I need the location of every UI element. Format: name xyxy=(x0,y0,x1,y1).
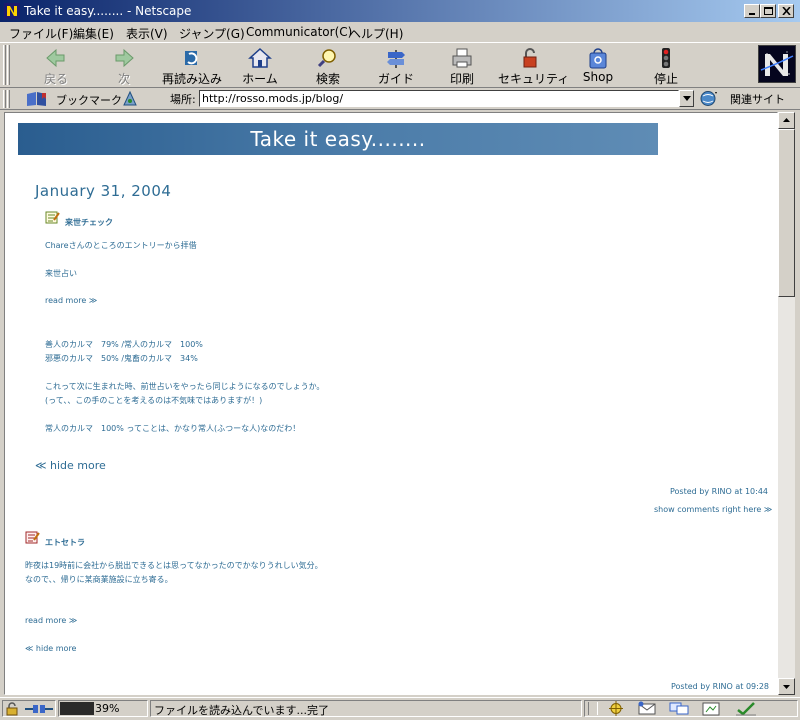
post-line: 来世占い xyxy=(45,269,77,278)
security-lock-icon[interactable] xyxy=(5,702,21,716)
netscape-app-icon xyxy=(4,3,20,19)
post-line: これって次に生まれた時、前世占いをやったら同じようになるのでしょうか。 xyxy=(45,382,325,391)
menu-bar: ファイル(F) 編集(E) 表示(V) ジャンプ(G) Communicator… xyxy=(0,22,800,42)
toolbar-grip-2 xyxy=(7,45,10,85)
status-message: ファイルを読み込んでいます...完了 xyxy=(154,704,329,717)
show-comments-link[interactable]: show comments right here ≫ xyxy=(654,505,772,514)
vertical-scrollbar[interactable] xyxy=(778,112,795,695)
composer-icon[interactable] xyxy=(701,701,721,716)
window-title: Take it easy........ - Netscape xyxy=(24,4,192,18)
scroll-down-button[interactable] xyxy=(778,678,795,695)
post-notepad-icon xyxy=(45,211,60,224)
page-proxy-icon[interactable] xyxy=(122,90,138,107)
location-grip-2 xyxy=(7,90,10,108)
online-plug-icon xyxy=(25,705,53,713)
arrow-down-icon xyxy=(783,685,790,689)
menu-edit[interactable]: 編集(E) xyxy=(73,25,114,42)
location-grip[interactable] xyxy=(3,90,6,108)
progress-fill xyxy=(60,702,94,715)
component-bar-grip[interactable] xyxy=(588,702,598,715)
stop-button[interactable]: 停止 xyxy=(634,45,698,87)
menu-view[interactable]: 表示(V) xyxy=(126,25,168,42)
mail-icon[interactable] xyxy=(637,701,657,716)
shop-bag-icon xyxy=(589,48,607,69)
post-title[interactable]: エトセトラ xyxy=(45,537,85,548)
menu-communicator[interactable]: Communicator(C) xyxy=(246,25,352,39)
bookmarks-button[interactable]: ブックマーク xyxy=(24,90,122,108)
reload-button[interactable]: 再読み込み xyxy=(160,45,224,87)
home-button[interactable]: ホーム xyxy=(228,45,292,87)
status-message-panel: ファイルを読み込んでいます...完了 xyxy=(150,700,582,717)
netscape-logo[interactable] xyxy=(758,45,796,83)
print-button[interactable]: 印刷 xyxy=(430,45,494,87)
search-icon xyxy=(317,49,336,68)
hide-more-link[interactable]: ≪ hide more xyxy=(25,644,76,653)
post-line: 邪悪のカルマ 50% /鬼畜のカルマ 34% xyxy=(45,354,198,363)
menu-file[interactable]: ファイル(F) xyxy=(9,25,73,42)
related-sites-label: 関連サイト xyxy=(730,93,785,106)
url-input[interactable]: http://rosso.mods.jp/blog/ xyxy=(199,90,679,107)
read-more-link[interactable]: read more ≫ xyxy=(25,616,77,625)
window-title-bar[interactable]: Take it easy........ - Netscape xyxy=(0,0,800,22)
progress-text: 39% xyxy=(95,702,120,715)
post-meta: Posted by RINO at 10:44 xyxy=(670,487,769,496)
post-line: 昨夜は19時前に会社から脱出できるとは思ってなかったのでかなりうれしい気分。 xyxy=(25,561,323,570)
scroll-thumb[interactable] xyxy=(778,129,795,297)
location-label: 場所: xyxy=(170,93,196,106)
minimize-button[interactable] xyxy=(744,4,760,18)
related-sites-button[interactable]: 関連サイト xyxy=(700,89,796,108)
post-line: Chareさんのところのエントリーから拝借 xyxy=(45,241,197,250)
discussions-icon[interactable] xyxy=(669,701,689,716)
reload-icon xyxy=(185,51,198,65)
forward-arrow-icon xyxy=(115,48,134,68)
component-bar xyxy=(584,700,798,717)
post-line: (って、、この手のことを考えるのは不気味ではありますが！) xyxy=(45,396,263,405)
read-more-link[interactable]: read more ≫ xyxy=(45,296,97,305)
stop-traffic-light-icon xyxy=(662,48,670,68)
shop-button[interactable]: Shop xyxy=(566,45,630,87)
menu-help[interactable]: ヘルプ(H) xyxy=(349,25,403,42)
guide-signpost-icon xyxy=(387,50,405,68)
url-history-dropdown[interactable] xyxy=(679,90,694,107)
close-button[interactable] xyxy=(778,4,794,18)
home-icon xyxy=(248,47,272,68)
guide-button[interactable]: ガイド xyxy=(364,45,428,87)
bookmarks-label: ブックマーク xyxy=(56,94,122,107)
blog-banner: Take it easy........ xyxy=(18,123,658,155)
post-line: なので、、帰りに某商業施設に立ち寄る。 xyxy=(25,575,173,584)
menu-go[interactable]: ジャンプ(G) xyxy=(179,25,245,42)
progress-meter: 39% xyxy=(58,700,148,717)
page-content-area[interactable]: Take it easy........ January 31, 2004 来世… xyxy=(4,112,778,695)
forward-button[interactable]: 次 xyxy=(92,45,156,87)
bookmarks-book-icon xyxy=(27,92,46,106)
netscape-n-icon xyxy=(759,46,795,82)
back-button[interactable]: 戻る xyxy=(24,45,88,87)
toolbar-grip[interactable] xyxy=(3,45,6,85)
connection-status xyxy=(2,700,56,717)
navigator-icon[interactable] xyxy=(607,701,625,716)
scroll-up-button[interactable] xyxy=(778,112,795,129)
padlock-icon xyxy=(523,48,537,68)
date-header: January 31, 2004 xyxy=(35,182,172,200)
search-button[interactable]: 検索 xyxy=(296,45,360,87)
arrow-up-icon xyxy=(783,118,790,122)
blog-title: Take it easy........ xyxy=(250,127,426,151)
maximize-button[interactable] xyxy=(760,4,776,18)
chevron-down-icon xyxy=(683,96,691,101)
hide-more-link[interactable]: ≪ hide more xyxy=(35,459,106,472)
post-notepad-icon xyxy=(25,531,40,544)
printer-icon xyxy=(452,48,472,68)
done-checkmark-icon xyxy=(736,702,756,716)
post-line: 常人のカルマ 100% ってことは、かなり常人(ふつーな人)なのだわ！ xyxy=(45,424,301,433)
back-arrow-icon xyxy=(46,48,65,68)
post-meta: Posted by RINO at 09:28 xyxy=(671,682,770,691)
post-title[interactable]: 来世チェック xyxy=(65,217,113,228)
security-button[interactable]: セキュリティ xyxy=(498,45,569,87)
related-sites-globe-icon xyxy=(700,91,717,106)
navigation-toolbar: 戻る 次 再読み込み ホーム 検索 ガイド 印刷 セキュリティ Shop 停止 xyxy=(0,42,800,88)
post-line: 善人のカルマ 79% /常人のカルマ 100% xyxy=(45,340,203,349)
